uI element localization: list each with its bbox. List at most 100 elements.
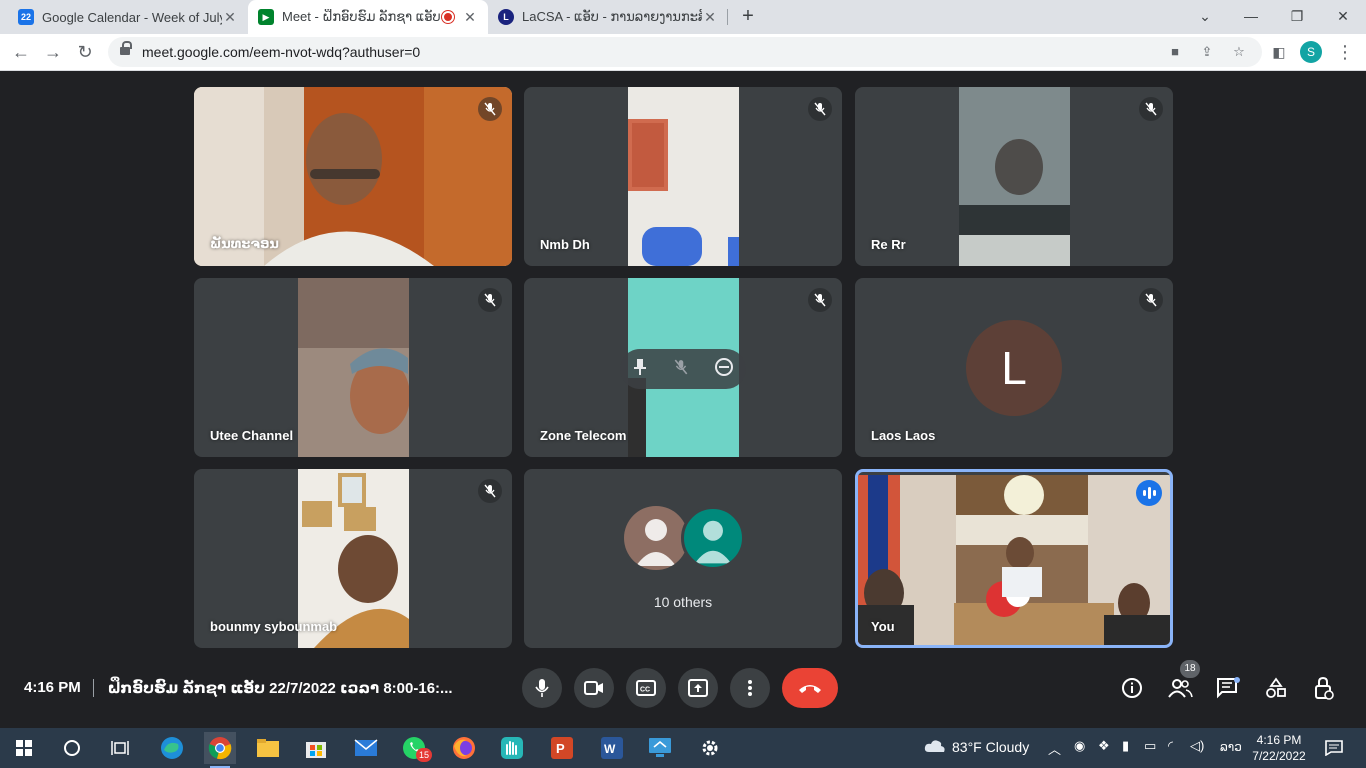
camera-tray-icon[interactable]: ◉ bbox=[1074, 738, 1085, 754]
camera-button[interactable] bbox=[574, 668, 614, 708]
leave-call-button[interactable] bbox=[782, 668, 838, 708]
back-button[interactable]: ← bbox=[8, 39, 34, 65]
settings-gear-icon[interactable] bbox=[694, 732, 726, 764]
host-controls-lock-icon bbox=[1315, 676, 1334, 700]
battery-icon[interactable]: ▭ bbox=[1144, 738, 1156, 754]
weather-text: 83°F Cloudy bbox=[952, 739, 1030, 755]
participant-tile[interactable]: Nmb Dh bbox=[524, 87, 842, 266]
show-hidden-icons-chevron-icon[interactable]: ︿ bbox=[1048, 739, 1061, 758]
mic-off-icon bbox=[1139, 288, 1163, 312]
reload-button[interactable]: ↻ bbox=[72, 39, 98, 65]
participant-name: ພັນທະຈອນ bbox=[210, 236, 279, 251]
url-text: meet.google.com/eem-nvot-wdq?authuser=0 bbox=[142, 44, 421, 60]
file-explorer-icon[interactable] bbox=[252, 732, 284, 764]
close-tab-icon[interactable]: ✕ bbox=[702, 9, 718, 26]
present-screen-button[interactable] bbox=[678, 668, 718, 708]
volume-icon[interactable]: ◁) bbox=[1190, 738, 1204, 754]
close-tab-icon[interactable]: ✕ bbox=[462, 9, 478, 26]
action-center-icon[interactable] bbox=[1318, 732, 1350, 764]
mic-off-icon bbox=[478, 97, 502, 121]
profile-avatar[interactable]: S bbox=[1300, 41, 1322, 63]
meeting-details-button[interactable] bbox=[1118, 674, 1146, 702]
input-language-indicator[interactable]: ລາວ bbox=[1220, 740, 1242, 754]
chrome-browser-icon[interactable] bbox=[204, 732, 236, 768]
close-tab-icon[interactable]: ✕ bbox=[222, 9, 238, 26]
remote-desktop-icon[interactable] bbox=[644, 732, 676, 764]
system-clock[interactable]: 4:16 PM 7/22/2022 bbox=[1248, 732, 1310, 764]
host-controls-button[interactable] bbox=[1310, 674, 1338, 702]
chat-button[interactable] bbox=[1214, 674, 1242, 702]
new-tab-button[interactable]: + bbox=[736, 4, 760, 28]
bookmark-star-icon[interactable]: ☆ bbox=[1230, 43, 1248, 61]
menu-kebab-icon[interactable]: ⋮ bbox=[1332, 39, 1358, 65]
participant-tile[interactable]: L Laos Laos bbox=[855, 278, 1173, 457]
tile-hover-controls bbox=[620, 349, 746, 389]
others-tile[interactable]: 10 others bbox=[524, 469, 842, 648]
participant-tile[interactable]: ພັນທະຈອນ bbox=[194, 87, 512, 266]
participant-tile[interactable]: bounmy sybounmab bbox=[194, 469, 512, 648]
clock-date: 7/22/2022 bbox=[1252, 749, 1306, 763]
avatar bbox=[681, 506, 745, 570]
mic-off-icon bbox=[808, 288, 832, 312]
participant-tile[interactable]: Re Rr bbox=[855, 87, 1173, 266]
tab-google-meet[interactable]: ▶ Meet - ຝຶກອົບຮົມ ລັກຊາ ແອັບ ✕ bbox=[248, 0, 488, 34]
tab-lacsa[interactable]: L LaCSA - ແອັບ - ການລາຍງານກະສິກຳ ✕ bbox=[488, 0, 728, 34]
meeting-clock: 4:16 PM bbox=[24, 679, 81, 696]
avatar: L bbox=[966, 320, 1062, 416]
edge-browser-icon[interactable] bbox=[156, 732, 188, 764]
word-icon[interactable]: W bbox=[596, 732, 628, 764]
participant-name: Utee Channel bbox=[210, 428, 294, 443]
captions-button[interactable]: CC bbox=[626, 668, 666, 708]
tab-title: LaCSA - ແອັບ - ການລາຍງານກະສິກຳ bbox=[522, 9, 702, 24]
tab-google-calendar[interactable]: 22 Google Calendar - Week of July 1 ✕ bbox=[8, 0, 248, 34]
tab-divider bbox=[727, 9, 728, 25]
dropbox-icon[interactable]: ❖ bbox=[1098, 738, 1110, 754]
pin-icon[interactable] bbox=[632, 358, 648, 381]
windows-start-icon[interactable] bbox=[8, 732, 40, 764]
task-view-icon[interactable] bbox=[104, 732, 136, 764]
minimize-button[interactable]: — bbox=[1228, 0, 1274, 34]
microphone-tray-icon[interactable]: ▮ bbox=[1122, 738, 1129, 754]
whatsapp-icon[interactable]: 15 bbox=[398, 732, 432, 764]
wifi-icon[interactable]: ◜ bbox=[1168, 738, 1173, 754]
firefox-icon[interactable] bbox=[448, 732, 480, 764]
participant-video bbox=[858, 475, 1170, 645]
restore-button[interactable]: ❐ bbox=[1274, 0, 1320, 34]
address-bar[interactable]: meet.google.com/eem-nvot-wdq?authuser=0 … bbox=[108, 37, 1262, 67]
mute-participant-icon[interactable] bbox=[673, 358, 689, 381]
participant-tile[interactable]: Utee Channel bbox=[194, 278, 512, 457]
browser-toolbar: ← → ↻ meet.google.com/eem-nvot-wdq?authu… bbox=[0, 34, 1366, 71]
share-icon[interactable]: ⇪ bbox=[1198, 43, 1216, 61]
tab-title: Meet - ຝຶກອົບຮົມ ລັກຊາ ແອັບ bbox=[282, 9, 441, 24]
microphone-button[interactable] bbox=[522, 668, 562, 708]
people-button[interactable] bbox=[1166, 674, 1194, 702]
divider bbox=[93, 679, 94, 697]
search-icon[interactable] bbox=[56, 732, 88, 764]
self-view-tile[interactable]: You bbox=[855, 469, 1173, 648]
participant-count-badge: 18 bbox=[1180, 660, 1200, 678]
powerpoint-icon[interactable]: P bbox=[546, 732, 578, 764]
remove-participant-icon[interactable] bbox=[714, 357, 734, 382]
mic-off-icon bbox=[478, 479, 502, 503]
microsoft-store-icon[interactable] bbox=[300, 732, 332, 764]
close-window-button[interactable]: ✕ bbox=[1320, 0, 1366, 34]
calendar-icon: 22 bbox=[18, 9, 34, 25]
tab-search-icon[interactable]: ⌄ bbox=[1182, 0, 1228, 34]
cloudy-weather-icon bbox=[924, 740, 945, 752]
more-options-button[interactable] bbox=[730, 668, 770, 708]
activities-button[interactable] bbox=[1262, 674, 1290, 702]
forward-button[interactable]: → bbox=[40, 39, 66, 65]
camera-in-use-icon[interactable]: ■ bbox=[1166, 43, 1184, 61]
mail-icon[interactable] bbox=[350, 732, 382, 764]
participant-tile[interactable]: Zone Telecom bbox=[524, 278, 842, 457]
participant-name: Laos Laos bbox=[871, 428, 936, 443]
side-panel-icon[interactable]: ◧ bbox=[1266, 39, 1292, 65]
participant-name: You bbox=[871, 619, 895, 634]
tab-title: Google Calendar - Week of July 1 bbox=[42, 9, 222, 25]
lock-icon[interactable] bbox=[120, 41, 132, 57]
participant-video bbox=[298, 278, 409, 457]
speaking-indicator-icon bbox=[1136, 480, 1162, 506]
svg-text:W: W bbox=[604, 742, 616, 756]
gesture-app-icon[interactable] bbox=[496, 732, 528, 764]
weather-widget[interactable]: 83°F Cloudy bbox=[924, 739, 1029, 755]
